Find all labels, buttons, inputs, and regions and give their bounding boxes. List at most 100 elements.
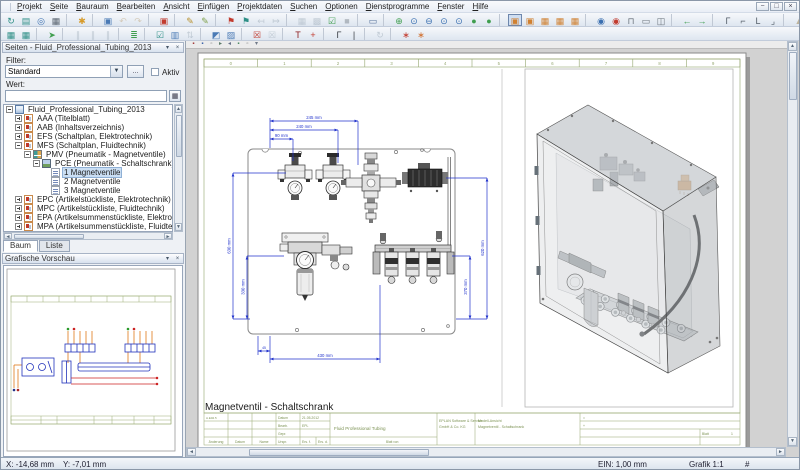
table-parts-icon[interactable]: ▦ — [19, 28, 33, 40]
menu-dienstprogramme[interactable]: Dienstprogramme — [362, 1, 434, 12]
insert-point-icon[interactable]: + — [306, 28, 320, 40]
menu-projekt[interactable]: Projekt — [13, 1, 46, 12]
tree-item-project-root[interactable]: Fluid_Professional_Tubing_2013 — [4, 105, 172, 114]
col-a-icon[interactable]: ∥ — [71, 28, 85, 40]
tree-item-epa[interactable]: EPA (Artikelsummenstückliste, Elektrotec… — [4, 213, 172, 222]
status-grid-toggle[interactable]: # — [745, 460, 749, 469]
expander-minus-icon[interactable] — [15, 142, 22, 149]
angle-tool-icon[interactable]: Γ — [332, 28, 346, 40]
corner-sw-icon[interactable]: L — [751, 14, 765, 26]
tab-baum[interactable]: Baum — [3, 240, 38, 252]
pan-icon[interactable]: ● — [467, 14, 481, 26]
scroll-down-icon[interactable]: ▼ — [788, 437, 797, 446]
expander-minus-icon[interactable] — [33, 160, 40, 167]
sheet-b-icon[interactable]: ▸ — [216, 41, 225, 48]
expander-plus-icon[interactable] — [15, 205, 22, 212]
scrollbar-thumb[interactable] — [249, 448, 429, 456]
check-icon[interactable]: ☑ — [325, 14, 339, 26]
navigate-icon[interactable]: ➤ — [45, 28, 59, 40]
prev-page-icon[interactable]: ← — [680, 14, 694, 26]
device-list-icon[interactable]: ≣ — [127, 28, 141, 40]
sync-icon[interactable]: ↻ — [4, 14, 18, 26]
menu-bauraum[interactable]: Bauraum — [72, 1, 112, 12]
scrollbar-thumb[interactable] — [788, 52, 797, 100]
restore-button[interactable]: □ — [770, 2, 783, 11]
expander-plus-icon[interactable] — [15, 124, 22, 131]
block-icon[interactable]: ■ — [340, 14, 354, 26]
frame-2-icon[interactable]: ◫ — [654, 14, 668, 26]
tree-item-mfs[interactable]: MFS (Schaltplan, Fluidtechnik) — [4, 141, 172, 150]
menu-ansicht[interactable]: Ansicht — [159, 1, 193, 12]
scroll-up-icon[interactable]: ▲ — [788, 42, 797, 51]
nav-prev-icon[interactable]: ▪ — [198, 41, 207, 48]
jump-fwd-icon[interactable]: ↦ — [269, 14, 283, 26]
scroll-left-icon[interactable]: ◄ — [4, 233, 12, 240]
expander-plus-icon[interactable] — [15, 115, 22, 122]
win-1-icon[interactable]: ▣ — [508, 13, 522, 26]
win-5-icon[interactable]: ▦ — [568, 14, 582, 26]
scroll-down-icon[interactable]: ▼ — [175, 223, 182, 231]
scrollbar-thumb[interactable] — [14, 233, 84, 239]
zoom-in-icon[interactable]: ⊕ — [392, 14, 406, 26]
sort-icon[interactable]: ⇅ — [183, 28, 197, 40]
scroll-up-icon[interactable]: ▲ — [175, 105, 182, 113]
pin-blue-icon[interactable]: ◉ — [594, 14, 608, 26]
tree-item-magnetventile-1[interactable]: 1 Magnetventile — [4, 167, 172, 178]
expander-plus-icon[interactable] — [15, 223, 22, 230]
grid-b-icon[interactable]: ▩ — [310, 14, 324, 26]
pan-center-icon[interactable]: ● — [482, 14, 496, 26]
clamp-icon[interactable]: ⊓ — [624, 14, 638, 26]
pages-icon[interactable]: ▤ — [19, 14, 33, 26]
pages-tree[interactable]: Fluid_Professional_Tubing_2013 AAA (Tite… — [3, 104, 173, 232]
line-tool-icon[interactable]: | — [347, 28, 361, 40]
favorites-icon[interactable]: ✱ — [75, 14, 89, 26]
page-macro-icon[interactable]: ▥ — [168, 28, 182, 40]
corner-se-icon[interactable]: ⌟ — [766, 14, 780, 26]
flag-red-icon[interactable]: ⚑ — [224, 14, 238, 26]
menu-bearbeiten[interactable]: Bearbeiten — [113, 1, 160, 12]
drawing-canvas[interactable]: ▪ ▪ ▫ ▸ ◂ ▪ ▫ ▾ 01 23 4 5 6 7 8 9 245 mm… — [186, 41, 787, 447]
minimize-button[interactable]: − — [756, 2, 769, 11]
flag-teal-icon[interactable]: ⚑ — [239, 14, 253, 26]
grid-a-icon[interactable]: ▦ — [295, 14, 309, 26]
menu-einfuegen[interactable]: Einfügen — [194, 1, 234, 12]
win-3-icon[interactable]: ▦ — [538, 14, 552, 26]
scroll-right-icon[interactable]: ► — [164, 233, 172, 240]
next-page-icon[interactable]: → — [695, 14, 709, 26]
copy-icon[interactable]: ▣ — [101, 14, 115, 26]
jump-back-icon[interactable]: ↤ — [254, 14, 268, 26]
win-2-icon[interactable]: ▣ — [523, 14, 537, 26]
zoom-window-icon[interactable]: ⊙ — [407, 14, 421, 26]
panel-collapse-icon[interactable]: ▾ — [163, 44, 172, 52]
scroll-right-icon[interactable]: ► — [776, 448, 785, 456]
menu-suchen[interactable]: Suchen — [286, 1, 321, 12]
menu-projektdaten[interactable]: Projektdaten — [233, 1, 286, 12]
text-tool-icon[interactable]: T — [291, 28, 305, 40]
delete-all-icon[interactable]: ☒ — [265, 28, 279, 40]
tree-item-magnetventile-3[interactable]: 3 Magnetventile — [4, 186, 172, 195]
scroll-left-icon[interactable]: ◄ — [187, 448, 196, 456]
panel-close-icon[interactable]: × — [173, 44, 182, 52]
col-c-icon[interactable]: ∥ — [101, 28, 115, 40]
menu-fenster[interactable]: Fenster — [433, 1, 468, 12]
monitor-icon[interactable]: ▭ — [366, 14, 380, 26]
world-icon[interactable]: ◎ — [34, 14, 48, 26]
menu-optionen[interactable]: Optionen — [321, 1, 361, 12]
expander-minus-icon[interactable] — [24, 151, 31, 158]
col-b-icon[interactable]: ∥ — [86, 28, 100, 40]
snap-b-icon[interactable]: ∗ — [414, 28, 428, 40]
snap-a-icon[interactable]: ∗ — [399, 28, 413, 40]
stop-icon[interactable]: ▣ — [157, 14, 171, 26]
warning-icon[interactable]: ▲ — [792, 14, 799, 26]
nav-first-icon[interactable]: ▪ — [189, 41, 198, 48]
frame-icon[interactable]: ▭ — [639, 14, 653, 26]
filter-combobox[interactable]: Standard ▼ — [5, 65, 123, 78]
corner-ne-icon[interactable]: ⌐ — [736, 14, 750, 26]
tree-item-aaa[interactable]: AAA (Titelblatt) — [4, 114, 172, 123]
table-symbols-icon[interactable]: ▦ — [4, 28, 18, 40]
expander-minus-icon[interactable] — [6, 106, 13, 113]
zoom-prev-icon[interactable]: ⊙ — [452, 14, 466, 26]
chevron-down-icon[interactable]: ▼ — [110, 66, 122, 77]
menu-hilfe[interactable]: Hilfe — [468, 1, 492, 12]
tree-item-epc[interactable]: EPC (Artikelstückliste, Elektrotechnik) — [4, 195, 172, 204]
